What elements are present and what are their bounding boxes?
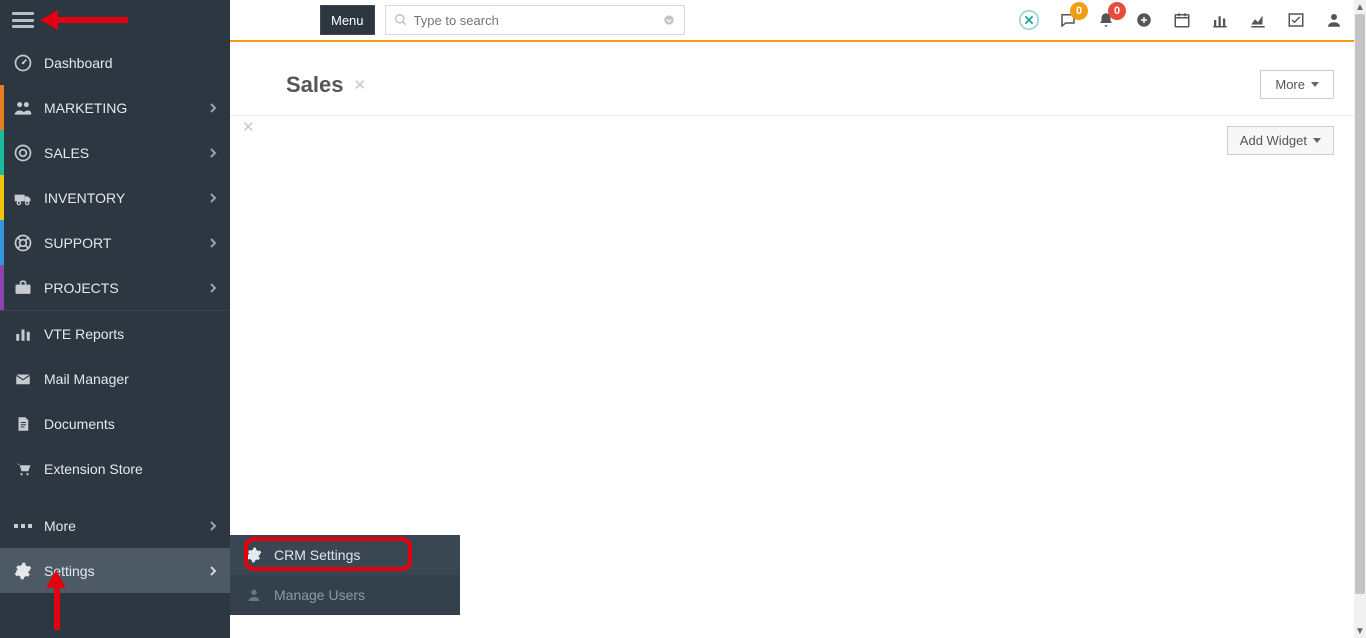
sidebar-item-more[interactable]: More xyxy=(0,503,230,548)
calendar-icon[interactable] xyxy=(1172,10,1192,30)
document-icon xyxy=(12,413,34,435)
sidebar-item-label: More xyxy=(44,518,208,534)
topbar-right: 0 0 xyxy=(1018,9,1344,31)
bar-chart-icon[interactable] xyxy=(1210,10,1230,30)
sidebar: Dashboard MARKETING SALES INVENTORY SUPP… xyxy=(0,0,230,638)
sidebar-item-label: SALES xyxy=(44,145,208,161)
sidebar-item-mail-manager[interactable]: Mail Manager xyxy=(0,356,230,401)
sidebar-item-dashboard[interactable]: Dashboard xyxy=(0,40,230,85)
sidebar-item-projects[interactable]: PROJECTS xyxy=(0,265,230,310)
sidebar-item-label: Extension Store xyxy=(44,461,218,477)
menu-button-label: Menu xyxy=(331,13,364,28)
checkbox-icon[interactable] xyxy=(1286,10,1306,30)
sidebar-item-sales[interactable]: SALES xyxy=(0,130,230,175)
add-widget-button[interactable]: Add Widget xyxy=(1227,126,1334,155)
area-chart-icon[interactable] xyxy=(1248,10,1268,30)
dashboard-icon xyxy=(12,52,34,74)
sidebar-item-label: Mail Manager xyxy=(44,371,218,387)
sidebar-item-label: Dashboard xyxy=(44,55,218,71)
gear-icon xyxy=(12,560,34,582)
sidebar-item-label: MARKETING xyxy=(44,100,208,116)
toolbar-row: Add Widget xyxy=(230,116,1354,165)
sidebar-item-inventory[interactable]: INVENTORY xyxy=(0,175,230,220)
sidebar-item-label: PROJECTS xyxy=(44,280,208,296)
caret-down-icon xyxy=(1311,82,1319,87)
more-button-label: More xyxy=(1275,77,1305,92)
dropdown-caret-icon[interactable] xyxy=(662,13,676,27)
scroll-down-icon[interactable]: ▼ xyxy=(1354,624,1366,638)
search-input[interactable] xyxy=(414,6,662,34)
submenu-item-crm-settings[interactable]: CRM Settings xyxy=(230,535,460,575)
sidebar-item-label: Documents xyxy=(44,416,218,432)
prev-tab-close-icon[interactable]: ✕ xyxy=(242,118,255,136)
topbar: Menu 0 0 xyxy=(230,0,1354,40)
scroll-thumb[interactable] xyxy=(1355,14,1365,594)
briefcase-icon xyxy=(12,277,34,299)
gear-icon xyxy=(244,545,264,565)
caret-down-icon xyxy=(1313,138,1321,143)
page-header: Sales ✕ More xyxy=(230,42,1354,116)
chevron-right-icon xyxy=(208,566,218,576)
search-icon xyxy=(394,13,408,27)
bell-icon[interactable]: 0 xyxy=(1096,10,1116,30)
bell-badge: 0 xyxy=(1108,2,1126,20)
chevron-right-icon xyxy=(208,103,218,113)
sidebar-item-label: VTE Reports xyxy=(44,326,218,342)
cart-icon xyxy=(12,458,34,480)
bar-chart-icon xyxy=(12,323,34,345)
mail-icon xyxy=(12,368,34,390)
settings-submenu: CRM Settings Manage Users xyxy=(230,535,460,615)
chevron-right-icon xyxy=(208,193,218,203)
search-box[interactable] xyxy=(385,5,685,35)
submenu-item-label: Manage Users xyxy=(274,587,365,603)
sidebar-item-extension-store[interactable]: Extension Store xyxy=(0,446,230,491)
sidebar-item-label: Settings xyxy=(44,563,208,579)
sidebar-item-support[interactable]: SUPPORT xyxy=(0,220,230,265)
chevron-right-icon xyxy=(208,283,218,293)
page-title: Sales xyxy=(286,72,344,98)
chat-icon[interactable]: 0 xyxy=(1058,10,1078,30)
users-icon xyxy=(12,97,34,119)
plus-circle-icon[interactable] xyxy=(1134,10,1154,30)
sidebar-toggle[interactable] xyxy=(0,0,230,40)
hamburger-icon xyxy=(12,12,34,28)
sidebar-item-marketing[interactable]: MARKETING xyxy=(0,85,230,130)
scrollbar[interactable]: ▲ ▼ xyxy=(1354,0,1366,638)
chat-badge: 0 xyxy=(1070,2,1088,20)
submenu-item-manage-users[interactable]: Manage Users xyxy=(230,575,460,615)
sidebar-item-vte-reports[interactable]: VTE Reports xyxy=(0,311,230,356)
lifebuoy-icon xyxy=(12,232,34,254)
chevron-right-icon xyxy=(208,148,218,158)
target-icon xyxy=(12,142,34,164)
app-logo[interactable] xyxy=(1018,9,1040,31)
sidebar-item-documents[interactable]: Documents xyxy=(0,401,230,446)
sidebar-item-settings[interactable]: Settings xyxy=(0,548,230,593)
more-button[interactable]: More xyxy=(1260,70,1334,99)
add-widget-label: Add Widget xyxy=(1240,133,1307,148)
user-menu-icon[interactable] xyxy=(1324,10,1344,30)
chevron-right-icon xyxy=(208,521,218,531)
submenu-item-label: CRM Settings xyxy=(274,547,360,563)
ellipsis-icon xyxy=(12,515,34,537)
sidebar-item-label: INVENTORY xyxy=(44,190,208,206)
chevron-right-icon xyxy=(208,238,218,248)
user-icon xyxy=(244,585,264,605)
menu-button[interactable]: Menu xyxy=(320,5,375,35)
close-tab-icon[interactable]: ✕ xyxy=(354,76,367,94)
sidebar-item-label: SUPPORT xyxy=(44,235,208,251)
scroll-up-icon[interactable]: ▲ xyxy=(1354,0,1366,14)
truck-icon xyxy=(12,187,34,209)
